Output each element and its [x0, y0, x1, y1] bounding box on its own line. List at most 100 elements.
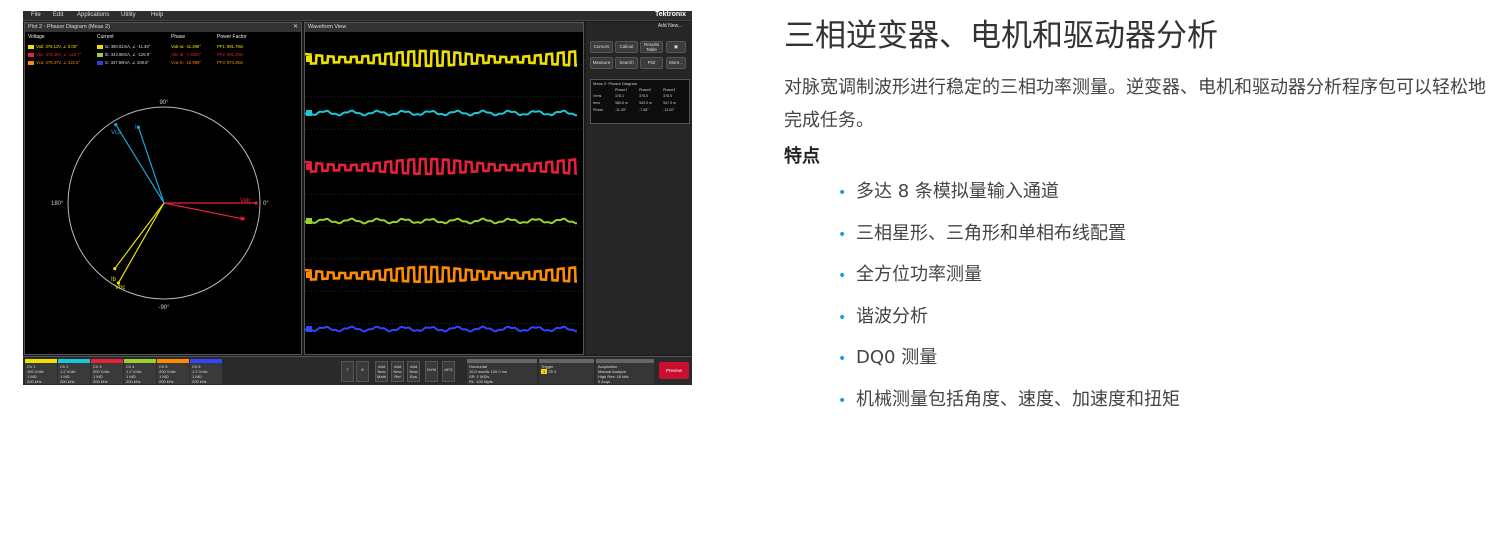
dvm-button[interactable]: DVM — [425, 361, 438, 382]
acquisition-badge[interactable]: Acquisition Manual Analyze High Res: 16 … — [596, 359, 654, 384]
waveform-trace — [305, 217, 577, 225]
phasor-vector — [117, 202, 165, 284]
channel-badge[interactable]: Ch 3 200 V/div 1 MΩ 200 kHz — [91, 359, 123, 384]
more-button[interactable]: More... — [666, 57, 686, 69]
intro-paragraph: 对脉宽调制波形进行稳定的三相功率测量。逆变器、电机和驱动器分析程序包可以轻松地完… — [784, 77, 1486, 131]
menu-edit[interactable]: Edit — [53, 12, 63, 18]
channel-chip — [28, 60, 34, 65]
meas-value: 378.5 — [639, 94, 648, 98]
list-item: • 谐波分析 — [838, 298, 1180, 340]
channel-setting: 200 kHz — [159, 379, 174, 384]
horizontal-record-length: RL: 100 Mpts — [469, 379, 493, 384]
feature-list: • 多达 8 条模拟量输入通道 • 三相星形、三角形和单相布线配置 • 全方位功率测量… — [838, 173, 1180, 423]
search-button[interactable]: Search — [615, 57, 638, 69]
menu-file[interactable]: File — [31, 12, 41, 18]
channel-marker-icon — [306, 164, 312, 170]
trigger-level: 25 V — [548, 369, 557, 374]
close-icon[interactable]: ✕ — [293, 23, 298, 32]
arrowhead-icon — [114, 123, 118, 127]
trigger-badge[interactable]: Trigger 1 25 V — [539, 359, 594, 384]
channel-badge[interactable]: Ch 6 1.2 V/div 1 MΩ 200 kHz — [190, 359, 222, 384]
meas-value: 380.6 m — [615, 101, 628, 105]
phasor-vector — [137, 126, 165, 204]
bullet-icon: • — [838, 226, 847, 243]
add-new-math-button[interactable]: Add New Math — [375, 361, 388, 382]
control-panel: Add New... Cursors Callout Results Table… — [586, 22, 692, 355]
bullet-icon: • — [838, 185, 847, 201]
measurement-title: Meas 2: Phasor Diagram — [593, 81, 638, 86]
row-power-factor: PF2: 991.26m — [217, 52, 244, 57]
channel-chip — [28, 52, 34, 57]
measure-button[interactable]: Measure — [590, 57, 613, 69]
add-new-bus-button[interactable]: Add New Bus — [407, 361, 420, 382]
channel-badge[interactable]: Ch 2 1.2 V/div 1 MΩ 200 kHz — [58, 359, 90, 384]
channel-chip — [97, 44, 103, 49]
meas-value: 343.9 m — [639, 101, 652, 105]
channel-setting: 200 kHz — [27, 379, 42, 384]
channel-marker-icon — [306, 272, 312, 278]
waveform-title: Waveform View — [305, 23, 583, 32]
add-new-ref-button[interactable]: Add New Ref — [391, 361, 404, 382]
waveform-trace — [305, 49, 577, 68]
header-power-factor: Power Factor — [217, 34, 247, 40]
waveform-trace — [305, 109, 577, 117]
angle-label-180: 180° — [51, 201, 64, 207]
settings-bar: Ch 1 100 V/div 1 MΩ 200 kHz Ch 2 1.2 V/div 1 M… — [23, 356, 692, 385]
channel-setting: 200 kHz — [60, 379, 75, 384]
feature-text: 机械测量包括角度、速度、加速度和扭矩 — [856, 388, 1180, 410]
meas-value: 378.5 — [663, 94, 672, 98]
menu-help[interactable]: Help — [151, 12, 163, 18]
phasor-vector — [114, 202, 165, 269]
feature-text: 全方位功率测量 — [856, 264, 982, 286]
waveform-trace — [305, 325, 577, 333]
channel-badge[interactable]: Ch 4 1.2 V/div 1 MΩ 200 kHz — [124, 359, 156, 384]
channel-marker-icon — [306, 56, 312, 62]
screenshot-icon[interactable]: ▣ — [666, 41, 686, 53]
meas-value: 347.9 m — [663, 101, 676, 105]
add-new-label: Add New... — [657, 23, 682, 29]
callout-button[interactable]: Callout — [615, 41, 638, 53]
preview-button[interactable]: Preview — [659, 362, 689, 379]
features-heading: 特点 — [784, 146, 820, 167]
meas-value: -7.58° — [639, 108, 649, 112]
phasor-diagram: 90° -90° 180° 0° Vab Ia Vbc Ib Vca Ic — [51, 100, 269, 311]
vector-label: Vbc — [115, 285, 125, 291]
arrowhead-icon — [254, 201, 258, 205]
results-table-button[interactable]: Results Table — [640, 41, 663, 53]
channel-setting: 200 kHz — [126, 379, 141, 384]
angle-label-0: 0° — [263, 201, 269, 207]
row-voltage: Vca: 378.47V, ∠ 121.6° — [28, 60, 80, 65]
waveform-plot — [305, 49, 585, 333]
waveform-view-panel: Waveform View — [304, 22, 585, 355]
meas-row-label: Vrms — [593, 94, 602, 98]
row-power-factor: PF1: 981.78m — [217, 44, 244, 49]
menu-utility[interactable]: Utility — [121, 12, 136, 18]
menu-applications[interactable]: Applications — [77, 12, 109, 18]
cursors-button[interactable]: Cursors — [590, 41, 613, 53]
phasor-vector — [163, 202, 243, 220]
meas-value: 378.1 — [615, 94, 624, 98]
feature-text: 谐波分析 — [856, 305, 928, 327]
afg-button[interactable]: AFG — [442, 361, 455, 382]
row-power-factor: PF3: 974.36m — [217, 60, 244, 65]
row-phase: Vbc-Ib: -7.5830° — [171, 52, 202, 57]
bullet-icon: • — [838, 309, 847, 326]
channel-badge[interactable]: Ch 5 200 V/div 1 MΩ 200 kHz — [157, 359, 189, 384]
phasor-vector — [115, 124, 165, 204]
horizontal-badge[interactable]: Horizontal 10.0 ms/div 100.0 ms SR: 1 MS… — [467, 359, 537, 384]
plot-button[interactable]: Plot — [640, 57, 663, 69]
menu-bar: File Edit Applications Utility Help Tekt… — [23, 11, 692, 21]
meas-col-phase3: Phase3 — [663, 88, 676, 92]
channel-7-button[interactable]: 7 — [341, 361, 354, 382]
angle-label-neg90: -90° — [158, 305, 170, 311]
row-current: Ic: 347.90mA, ∠ 108.6° — [97, 60, 149, 65]
measurement-badge[interactable]: Meas 2: Phasor Diagram Phase1 Phase2 Pha… — [590, 79, 690, 124]
header-phase: Phase — [171, 34, 186, 40]
channel-8-button[interactable]: 8 — [356, 361, 369, 382]
header-voltage: Voltage — [28, 34, 45, 40]
meas-row-label: Phase — [593, 108, 604, 112]
meas-row-label: Irms — [593, 101, 600, 105]
channel-badge[interactable]: Ch 1 100 V/div 1 MΩ 200 kHz — [25, 359, 57, 384]
vector-label: Vab — [240, 198, 251, 204]
row-voltage: Vab: 378.12V, ∠ 0.00° — [28, 44, 78, 49]
